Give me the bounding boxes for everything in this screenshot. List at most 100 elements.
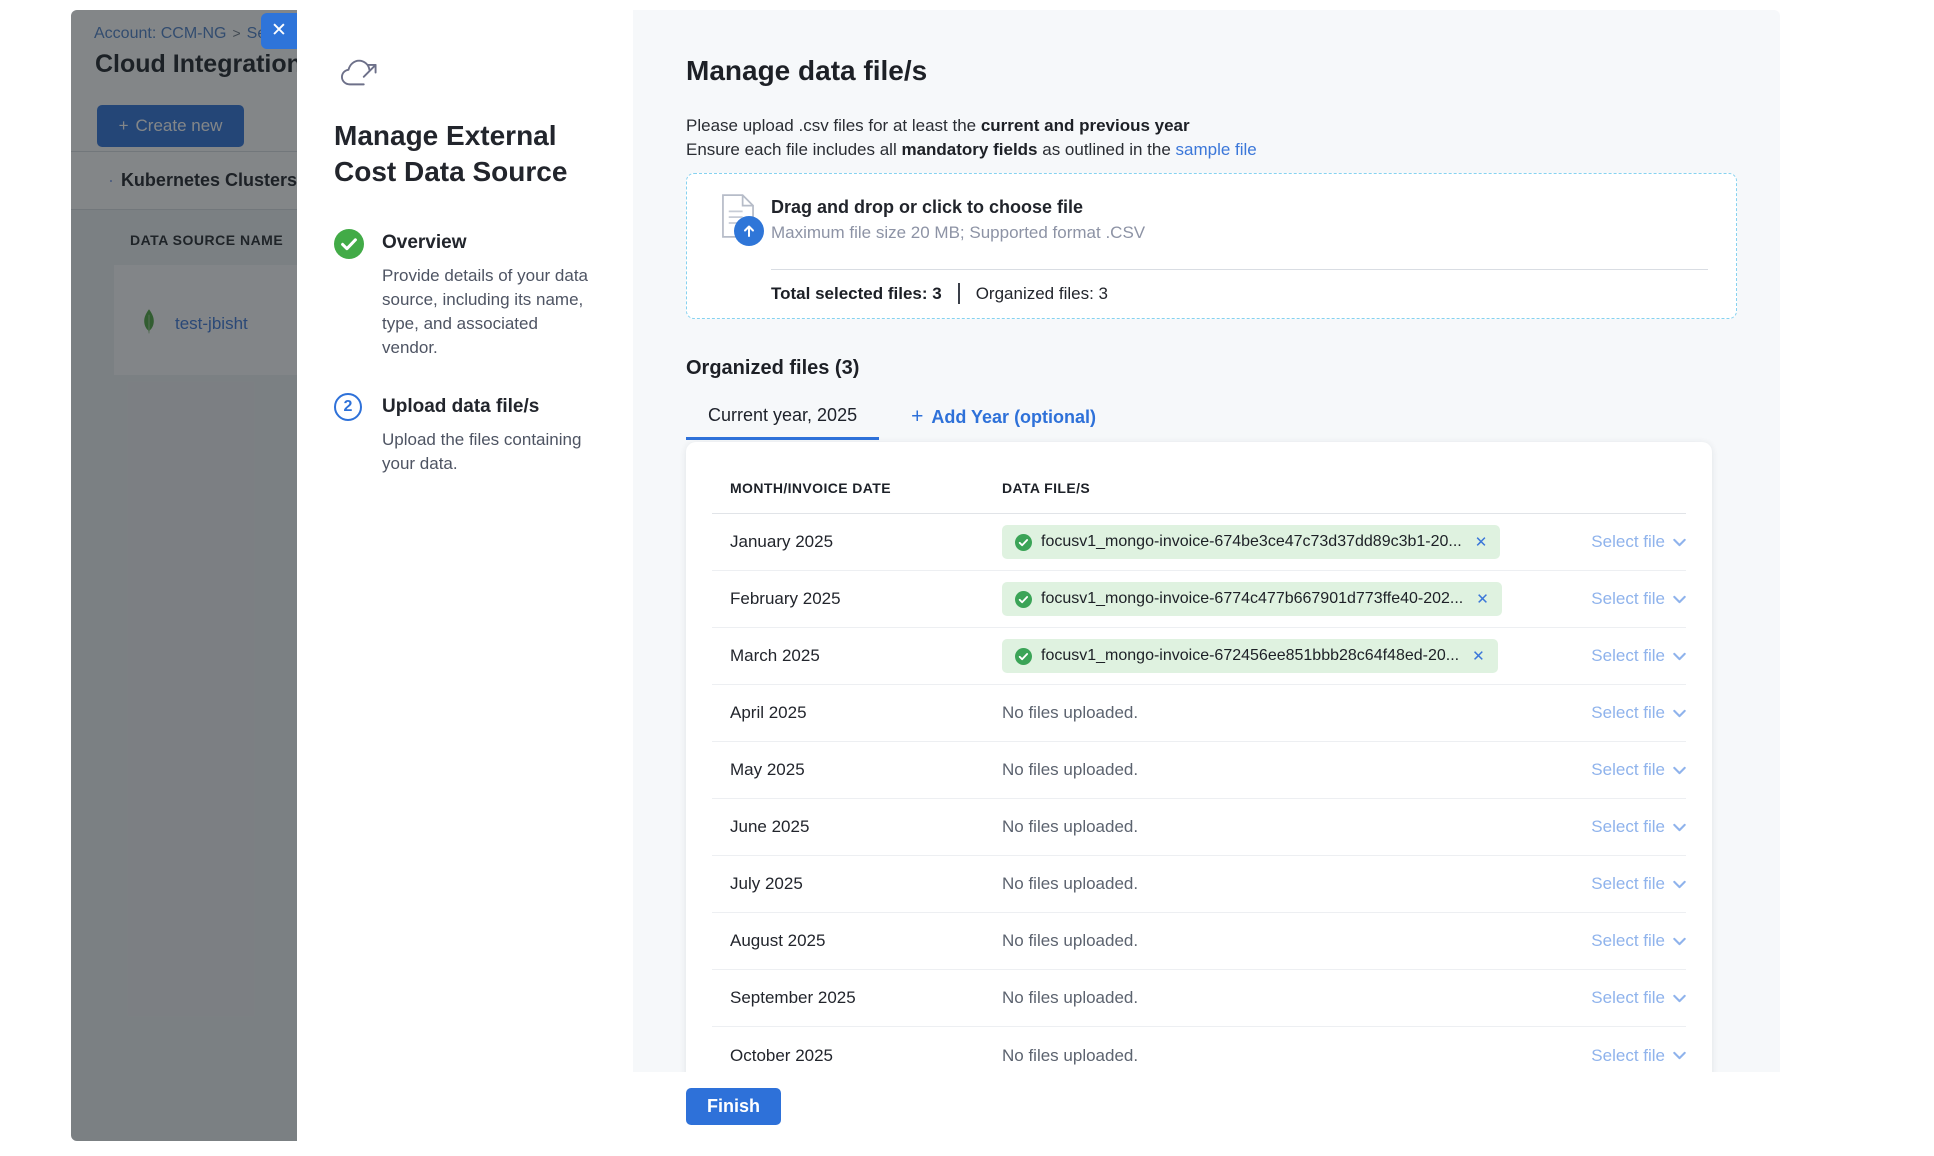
select-file-dropdown[interactable]: Select file <box>1550 703 1686 723</box>
main-title: Manage data file/s <box>686 55 1737 87</box>
select-file-dropdown[interactable]: Select file <box>1550 931 1686 951</box>
select-file-dropdown[interactable]: Select file <box>1550 1046 1686 1066</box>
wizard-panel: Manage External Cost Data Source Overvie… <box>297 10 633 1141</box>
select-file-dropdown[interactable]: Select file <box>1550 532 1686 552</box>
file-name: focusv1_mongo-invoice-672456ee851bbb28c6… <box>1041 647 1459 665</box>
remove-file-icon[interactable]: ✕ <box>1472 647 1485 665</box>
check-circle-icon <box>1015 648 1032 665</box>
table-row: January 2025 focusv1_mongo-invoice-674be… <box>712 514 1686 571</box>
main-panel: Manage data file/s Please upload .csv fi… <box>633 10 1780 1141</box>
close-button[interactable]: ✕ <box>261 13 297 49</box>
no-files-text: No files uploaded. <box>1002 703 1138 722</box>
chevron-down-icon <box>1673 766 1686 775</box>
month-label: August 2025 <box>712 931 1002 951</box>
dropzone-totals: Total selected files: 3 Organized files:… <box>771 283 1108 304</box>
month-label: September 2025 <box>712 988 1002 1008</box>
background-app: Account: CCM-NG>Set Cloud Integration +C… <box>71 10 297 1141</box>
sample-file-link[interactable]: sample file <box>1176 140 1257 159</box>
finish-button[interactable]: Finish <box>686 1088 781 1125</box>
chevron-down-icon <box>1673 823 1686 832</box>
select-file-dropdown[interactable]: Select file <box>1550 988 1686 1008</box>
step-label: Overview <box>382 228 598 254</box>
modal-footer: Finish <box>633 1072 1780 1141</box>
app-frame: Account: CCM-NG>Set Cloud Integration +C… <box>71 10 1780 1141</box>
month-label: October 2025 <box>712 1046 1002 1066</box>
no-files-text: No files uploaded. <box>1002 817 1138 836</box>
plus-icon: + <box>911 405 923 429</box>
add-year-label: Add Year (optional) <box>931 407 1096 428</box>
modal-backdrop <box>71 10 297 1141</box>
table-row: April 2025 No files uploaded. Select fil… <box>712 685 1686 742</box>
table-row: February 2025 focusv1_mongo-invoice-6774… <box>712 571 1686 628</box>
chevron-down-icon <box>1673 595 1686 604</box>
month-label: February 2025 <box>712 589 1002 609</box>
table-row: March 2025 focusv1_mongo-invoice-672456e… <box>712 628 1686 685</box>
step-label: Upload data file/s <box>382 392 598 418</box>
no-files-text: No files uploaded. <box>1002 874 1138 893</box>
manage-external-cost-modal: ✕ Manage External Cost Data Source <box>297 10 1780 1141</box>
year-tabs: Current year, 2025 + Add Year (optional) <box>686 394 1737 440</box>
select-file-dropdown[interactable]: Select file <box>1550 817 1686 837</box>
column-month: MONTH/INVOICE DATE <box>712 480 1002 496</box>
month-label: July 2025 <box>712 874 1002 894</box>
month-label: March 2025 <box>712 646 1002 666</box>
dropzone-divider <box>771 269 1708 270</box>
instructions-line-1: Please upload .csv files for at least th… <box>686 114 1737 138</box>
chevron-down-icon <box>1673 994 1686 1003</box>
month-label: April 2025 <box>712 703 1002 723</box>
total-selected-files: Total selected files: 3 <box>771 284 942 304</box>
file-chip: focusv1_mongo-invoice-672456ee851bbb28c6… <box>1002 639 1498 673</box>
chevron-down-icon <box>1673 937 1686 946</box>
chevron-down-icon <box>1673 538 1686 547</box>
close-icon: ✕ <box>271 20 287 41</box>
no-files-text: No files uploaded. <box>1002 1046 1138 1065</box>
table-row: August 2025 No files uploaded. Select fi… <box>712 913 1686 970</box>
dropzone-subtitle: Maximum file size 20 MB; Supported forma… <box>771 223 1145 243</box>
wizard-step-upload: 2 Upload data file/s Upload the files co… <box>334 392 609 476</box>
add-year-button[interactable]: + Add Year (optional) <box>911 394 1096 440</box>
totals-divider <box>958 283 960 304</box>
file-name: focusv1_mongo-invoice-6774c477b667901d77… <box>1041 590 1463 608</box>
month-label: May 2025 <box>712 760 1002 780</box>
select-file-dropdown[interactable]: Select file <box>1550 589 1686 609</box>
tab-current-year[interactable]: Current year, 2025 <box>686 394 879 440</box>
remove-file-icon[interactable]: ✕ <box>1475 533 1488 551</box>
month-label: June 2025 <box>712 817 1002 837</box>
check-circle-icon <box>1015 534 1032 551</box>
chevron-down-icon <box>1673 1051 1686 1060</box>
table-header-row: MONTH/INVOICE DATE DATA FILE/S <box>712 462 1686 514</box>
file-chip: focusv1_mongo-invoice-674be3ce47c73d37dd… <box>1002 525 1500 559</box>
upload-arrow-icon <box>734 216 764 246</box>
file-dropzone[interactable]: Drag and drop or click to choose file Ma… <box>686 173 1737 319</box>
remove-file-icon[interactable]: ✕ <box>1476 590 1489 608</box>
select-file-dropdown[interactable]: Select file <box>1550 874 1686 894</box>
file-chip: focusv1_mongo-invoice-6774c477b667901d77… <box>1002 582 1502 616</box>
instructions-line-2: Ensure each file includes all mandatory … <box>686 138 1737 162</box>
chevron-down-icon <box>1673 652 1686 661</box>
chevron-down-icon <box>1673 880 1686 889</box>
organized-files-card: MONTH/INVOICE DATE DATA FILE/S January 2… <box>686 442 1712 1072</box>
select-file-dropdown[interactable]: Select file <box>1550 646 1686 666</box>
table-row: October 2025 No files uploaded. Select f… <box>712 1027 1686 1072</box>
instructions: Please upload .csv files for at least th… <box>686 114 1737 162</box>
no-files-text: No files uploaded. <box>1002 931 1138 950</box>
check-circle-icon <box>334 229 364 259</box>
table-row: July 2025 No files uploaded. Select file <box>712 856 1686 913</box>
dropzone-title: Drag and drop or click to choose file <box>771 197 1083 218</box>
table-row: September 2025 No files uploaded. Select… <box>712 970 1686 1027</box>
wizard-step-overview: Overview Provide details of your data so… <box>334 228 609 360</box>
step-number-icon: 2 <box>334 393 362 421</box>
month-label: January 2025 <box>712 532 1002 552</box>
no-files-text: No files uploaded. <box>1002 988 1138 1007</box>
select-file-dropdown[interactable]: Select file <box>1550 760 1686 780</box>
export-cloud-icon <box>338 55 380 91</box>
table-row: June 2025 No files uploaded. Select file <box>712 799 1686 856</box>
step-description: Provide details of your data source, inc… <box>382 264 598 360</box>
check-circle-icon <box>1015 591 1032 608</box>
organized-files-count: Organized files: 3 <box>976 284 1108 304</box>
table-row: May 2025 No files uploaded. Select file <box>712 742 1686 799</box>
wizard-title: Manage External Cost Data Source <box>334 118 594 190</box>
organized-files-heading: Organized files (3) <box>686 357 1737 380</box>
no-files-text: No files uploaded. <box>1002 760 1138 779</box>
main-content: Manage data file/s Please upload .csv fi… <box>633 10 1780 1072</box>
